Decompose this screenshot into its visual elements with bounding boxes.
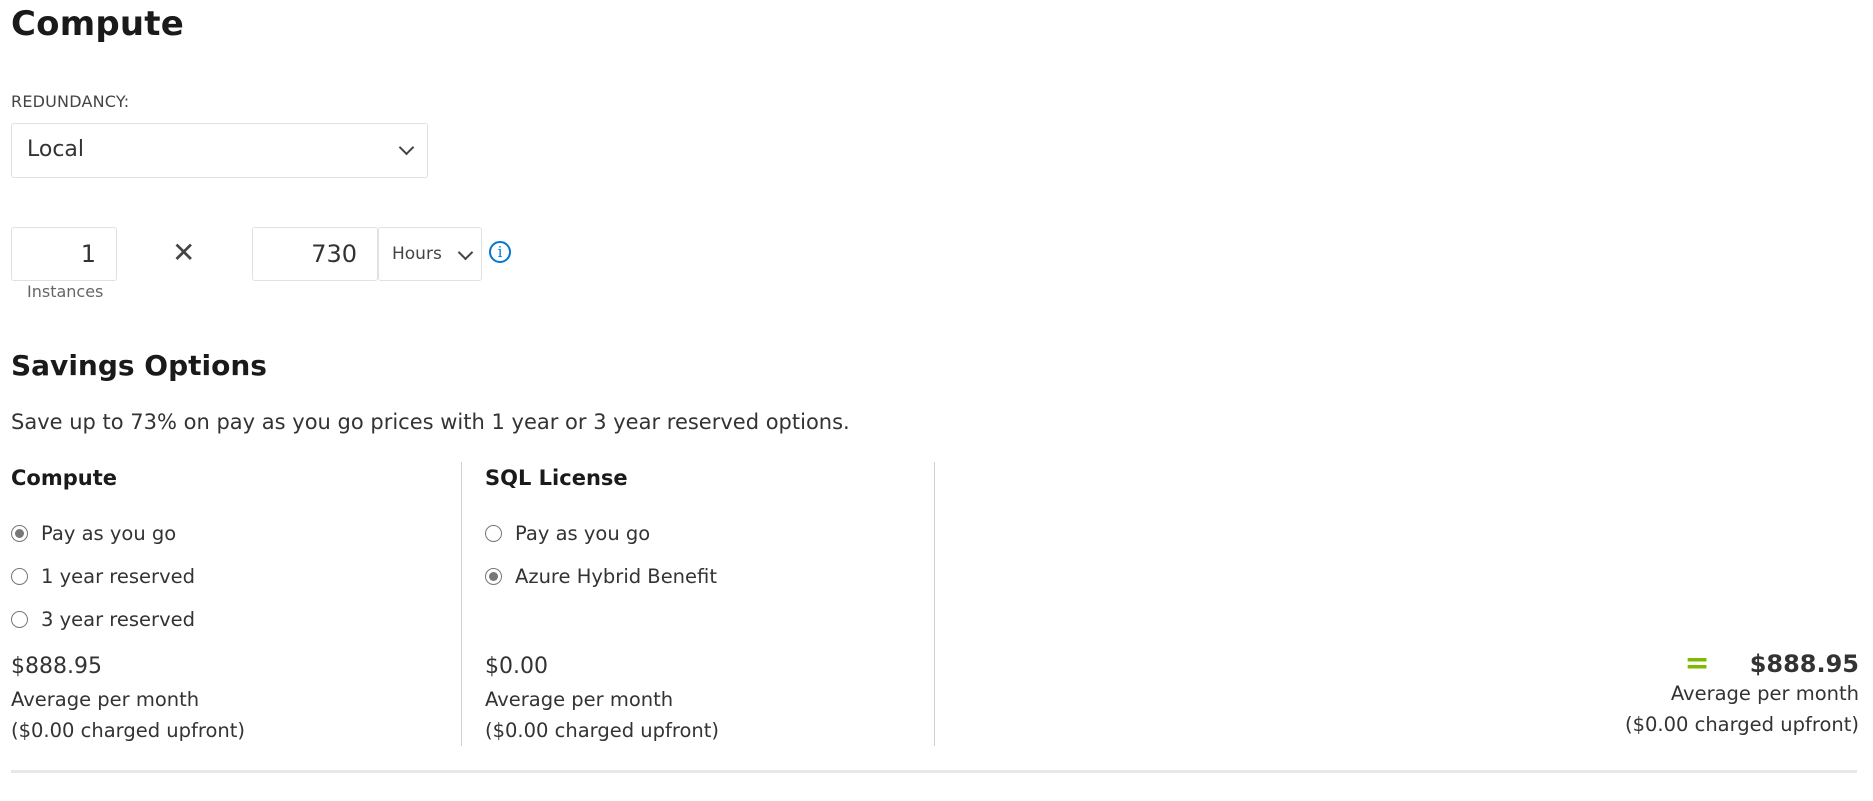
radio-unselected-icon[interactable] xyxy=(11,611,28,628)
total-price: $888.95 xyxy=(1749,649,1859,678)
radio-sql-pay-as-you-go[interactable]: Pay as you go xyxy=(485,522,650,545)
instances-value: 1 xyxy=(80,240,96,268)
section-title: Compute xyxy=(11,4,184,44)
compute-column-title: Compute xyxy=(11,466,117,490)
radio-label: 3 year reserved xyxy=(41,608,195,631)
savings-description: Save up to 73% on pay as you go prices w… xyxy=(11,410,850,434)
chevron-down-icon xyxy=(457,244,474,261)
radio-compute-1-year-reserved[interactable]: 1 year reserved xyxy=(11,565,195,588)
radio-selected-icon[interactable] xyxy=(11,525,28,542)
time-unit-selected-value: Hours xyxy=(392,244,442,264)
compute-upfront: ($0.00 charged upfront) xyxy=(11,719,246,742)
sql-license-column-title: SQL License xyxy=(485,466,628,490)
compute-savings-column: Compute Pay as you go 1 year reserved 3 … xyxy=(11,462,460,746)
hours-input[interactable]: 730 xyxy=(252,227,378,281)
instances-input[interactable]: 1 xyxy=(11,227,117,281)
redundancy-select[interactable]: Local xyxy=(11,123,428,178)
sql-license-price-sub: Average per month xyxy=(485,688,674,711)
radio-label: Pay as you go xyxy=(41,522,177,545)
radio-label: 1 year reserved xyxy=(41,565,195,588)
equals-icon: = xyxy=(1684,646,1710,681)
radio-unselected-icon[interactable] xyxy=(485,525,502,542)
total-row: = $888.95 xyxy=(1685,646,1859,681)
section-divider xyxy=(11,770,1857,773)
radio-unselected-icon[interactable] xyxy=(11,568,28,585)
info-icon[interactable]: i xyxy=(489,241,511,263)
total-price-sub: Average per month xyxy=(1670,682,1859,705)
radio-compute-3-year-reserved[interactable]: 3 year reserved xyxy=(11,608,195,631)
radio-label: Pay as you go xyxy=(515,522,651,545)
sql-license-upfront: ($0.00 charged upfront) xyxy=(485,719,720,742)
total-upfront: ($0.00 charged upfront) xyxy=(1624,713,1859,736)
radio-sql-azure-hybrid-benefit[interactable]: Azure Hybrid Benefit xyxy=(485,565,717,588)
multiply-icon: ✕ xyxy=(172,236,196,269)
redundancy-selected-value: Local xyxy=(27,137,85,162)
hours-value: 730 xyxy=(311,240,357,268)
sql-license-column: SQL License Pay as you go Azure Hybrid B… xyxy=(461,462,935,746)
savings-options-title: Savings Options xyxy=(11,349,267,382)
redundancy-label: REDUNDANCY: xyxy=(11,92,130,111)
radio-compute-pay-as-you-go[interactable]: Pay as you go xyxy=(11,522,176,545)
radio-selected-icon[interactable] xyxy=(485,568,502,585)
compute-price-sub: Average per month xyxy=(11,688,200,711)
instances-label: Instances xyxy=(27,282,104,301)
chevron-down-icon xyxy=(398,139,415,156)
radio-label: Azure Hybrid Benefit xyxy=(515,565,717,588)
time-unit-select[interactable]: Hours xyxy=(378,227,482,281)
sql-license-price: $0.00 xyxy=(485,654,548,679)
total-column: = $888.95 Average per month ($0.00 charg… xyxy=(934,462,1859,746)
compute-price: $888.95 xyxy=(11,654,102,679)
